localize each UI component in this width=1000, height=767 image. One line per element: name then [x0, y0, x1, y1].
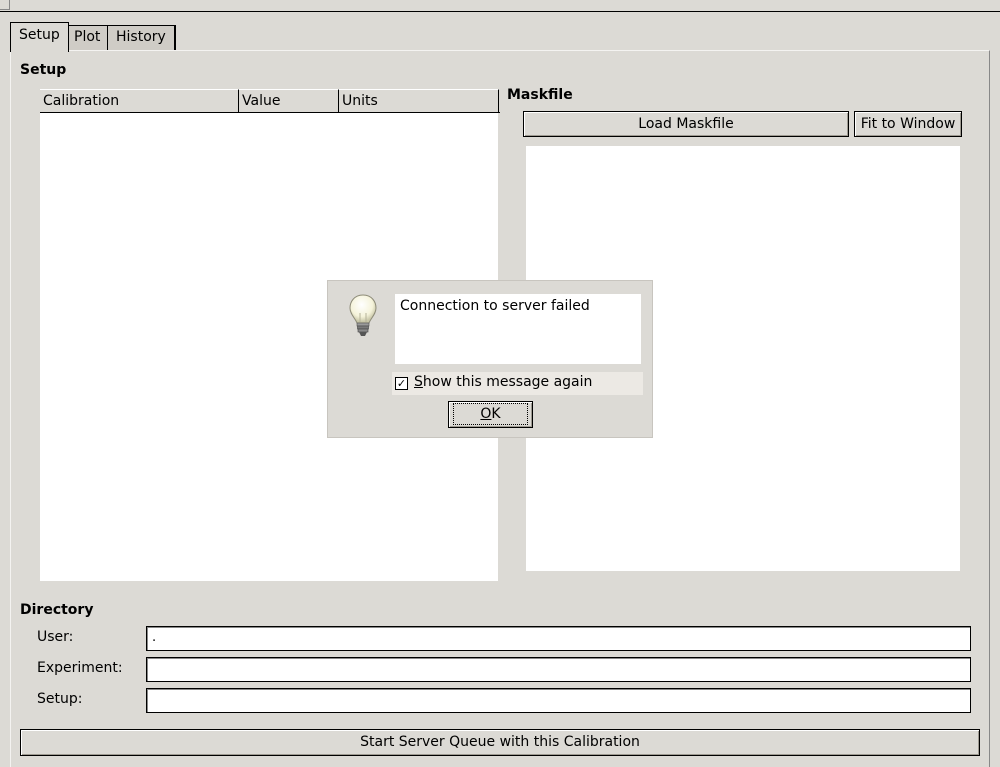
setup-label: Setup: [37, 691, 83, 707]
start-server-queue-button[interactable]: Start Server Queue with this Calibration [20, 729, 980, 756]
tab-plot[interactable]: Plot [65, 25, 111, 51]
table-header: Calibration Value Units [40, 89, 500, 113]
lightbulb-icon [348, 293, 378, 341]
column-header-units[interactable]: Units [339, 89, 499, 112]
user-label: User: [37, 629, 74, 645]
show-message-checkbox-row[interactable]: ✓ Show this message again [392, 372, 643, 395]
experiment-label: Experiment: [37, 660, 123, 676]
maskfile-section-title: Maskfile [507, 87, 573, 103]
message-dialog: Connection to server failed ✓ Show this … [327, 280, 653, 438]
column-header-value[interactable]: Value [239, 89, 339, 112]
show-message-checkbox[interactable]: ✓ [395, 377, 408, 390]
user-field[interactable]: . [146, 626, 971, 651]
message-text: Connection to server failed [400, 298, 590, 314]
fit-to-window-button[interactable]: Fit to Window [854, 111, 962, 137]
tab-history[interactable]: History [107, 25, 176, 51]
show-message-checkbox-label[interactable]: Show this message again [414, 374, 592, 390]
experiment-field[interactable] [146, 657, 971, 682]
tab-setup[interactable]: Setup [10, 22, 69, 52]
resize-grip-icon[interactable] [0, 0, 10, 10]
setup-field[interactable] [146, 688, 971, 713]
ok-button[interactable]: OK [448, 401, 533, 428]
directory-section-title: Directory [20, 602, 94, 618]
load-maskfile-button[interactable]: Load Maskfile [523, 111, 849, 137]
window-top-bar [0, 0, 1000, 12]
message-text-area: Connection to server failed [394, 293, 642, 365]
column-header-calibration[interactable]: Calibration [40, 89, 239, 112]
setup-section-title: Setup [20, 62, 67, 78]
